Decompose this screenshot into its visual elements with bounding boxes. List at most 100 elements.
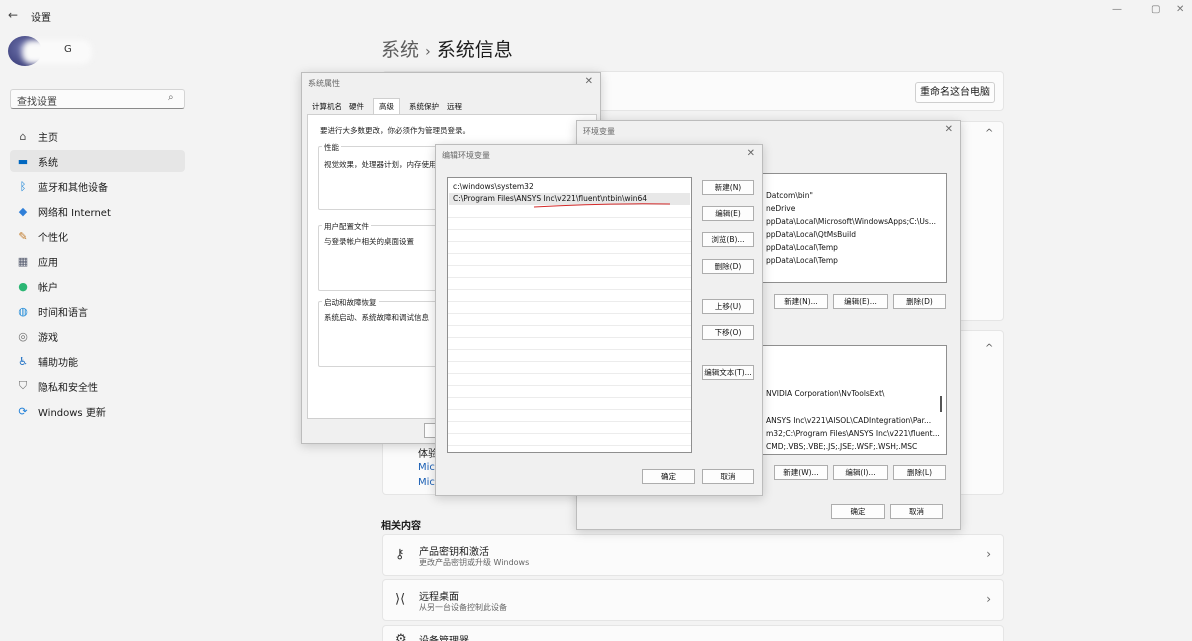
list-item[interactable]: c:\windows\system32	[453, 182, 534, 191]
ok-button[interactable]: 确定	[642, 469, 695, 484]
dialog-title: 编辑环境变量	[442, 151, 490, 160]
related-title: 远程桌面	[419, 592, 459, 603]
search-input[interactable]: 查找设置	[10, 89, 185, 109]
list-gridline	[448, 313, 691, 314]
collapse-icon-2[interactable]: ^	[985, 343, 993, 354]
list-gridline	[448, 337, 691, 338]
system-icon: ▬	[17, 154, 29, 168]
user-edit-button[interactable]: 编辑(E)...	[833, 294, 888, 309]
user-variables-list[interactable]: Datcom\bin" neDrive ppData\Local\Microso…	[762, 173, 947, 283]
edit-text-button[interactable]: 编辑文本(T)...	[702, 365, 754, 380]
system-delete-button[interactable]: 删除(L)	[893, 465, 946, 480]
sidebar-item-label: 网络和 Internet	[38, 207, 111, 219]
update-icon: ⟳	[18, 404, 28, 418]
list-gridline	[448, 361, 691, 362]
sidebar-item-1[interactable]: ▬ 系统	[10, 150, 185, 172]
sidebar-item-5[interactable]: ▦ 应用	[10, 250, 185, 272]
remote-icon: ⟩⟨	[395, 592, 406, 607]
rename-pc-button[interactable]: 重命名这台电脑	[915, 82, 995, 103]
system-edit-button[interactable]: 编辑(I)...	[833, 465, 888, 480]
sidebar-item-7[interactable]: ◍ 时间和语言	[10, 300, 185, 322]
list-gridline	[448, 421, 691, 422]
sidebar-item-9[interactable]: ♿ 辅助功能	[10, 350, 185, 372]
list-item[interactable]: NVIDIA Corporation\NvToolsExt\	[766, 389, 884, 398]
profile-name: G	[64, 44, 72, 55]
move-up-button[interactable]: 上移(U)	[702, 299, 754, 314]
list-item[interactable]: Datcom\bin"	[766, 191, 813, 200]
minimize-icon[interactable]: —	[1112, 4, 1122, 15]
list-item[interactable]: ppData\Local\Temp	[766, 256, 838, 265]
user-new-button[interactable]: 新建(N)...	[774, 294, 828, 309]
sidebar-item-8[interactable]: ◎ 游戏	[10, 325, 185, 347]
sidebar-item-label: 游戏	[38, 332, 58, 344]
ms-link-1[interactable]: Mic	[418, 462, 435, 473]
scrollbar-thumb[interactable]	[940, 396, 942, 412]
tab-advanced[interactable]: 高级	[373, 98, 400, 115]
related-device-manager[interactable]: ⚙ 设备管理器	[382, 625, 1004, 641]
related-title: 产品密钥和激活	[419, 547, 489, 558]
list-gridline	[448, 409, 691, 410]
sidebar-item-0[interactable]: ⌂ 主页	[10, 125, 185, 147]
sidebar-item-label: 辅助功能	[38, 357, 78, 369]
user-delete-button[interactable]: 删除(D)	[893, 294, 946, 309]
sidebar-item-11[interactable]: ⟳ Windows 更新	[10, 400, 185, 422]
close-icon[interactable]: ✕	[747, 148, 755, 159]
delete-button[interactable]: 删除(D)	[702, 259, 754, 274]
path-list[interactable]: c:\windows\system32 C:\Program Files\ANS…	[447, 177, 692, 453]
list-item[interactable]: m32;C:\Program Files\ANSYS Inc\v221\flue…	[766, 429, 940, 438]
related-subtitle: 从另一台设备控制此设备	[419, 603, 507, 612]
sidebar-item-2[interactable]: ᛒ 蓝牙和其他设备	[10, 175, 185, 197]
accessibility-icon: ♿	[18, 354, 28, 368]
list-item[interactable]: neDrive	[766, 204, 795, 213]
tab-remote[interactable]: 远程	[447, 101, 462, 112]
maximize-icon[interactable]: ▢	[1151, 4, 1160, 15]
sidebar-item-label: 帐户	[38, 282, 58, 294]
ms-link-2[interactable]: Mic	[418, 477, 435, 488]
list-gridline	[448, 277, 691, 278]
list-item[interactable]: ANSYS Inc\v221\AISOL\CADIntegration\Par.…	[766, 416, 931, 425]
tab-computer-name[interactable]: 计算机名	[312, 101, 342, 112]
system-variables-list[interactable]: NVIDIA Corporation\NvToolsExt\ ANSYS Inc…	[762, 345, 947, 455]
move-down-button[interactable]: 下移(O)	[702, 325, 754, 340]
edit-button[interactable]: 编辑(E)	[702, 206, 754, 221]
sidebar-item-4[interactable]: ✎ 个性化	[10, 225, 185, 247]
sidebar-item-3[interactable]: ◆ 网络和 Internet	[10, 200, 185, 222]
list-item[interactable]: ppData\Local\Microsoft\WindowsApps;C:\Us…	[766, 217, 936, 226]
edit-environment-variable-dialog: 编辑环境变量 ✕ c:\windows\system32 C:\Program …	[435, 144, 763, 496]
close-icon[interactable]: ✕	[1176, 4, 1184, 15]
gamepad-icon: ◎	[18, 329, 28, 343]
list-gridline	[448, 241, 691, 242]
sidebar-item-label: 隐私和安全性	[38, 382, 98, 394]
collapse-icon[interactable]: ^	[985, 128, 993, 139]
dialog-title: 环境变量	[583, 127, 615, 136]
tab-hardware[interactable]: 硬件	[349, 101, 364, 112]
related-product-key[interactable]: ⚷ 产品密钥和激活 更改产品密钥或升级 Windows ›	[382, 534, 1004, 576]
account-icon: ●	[18, 279, 28, 293]
list-gridline	[448, 433, 691, 434]
related-remote-desktop[interactable]: ⟩⟨ 远程桌面 从另一台设备控制此设备 ›	[382, 579, 1004, 621]
chevron-right-icon: ›	[986, 547, 991, 561]
sidebar-item-10[interactable]: ⛉ 隐私和安全性	[10, 375, 185, 397]
apps-icon: ▦	[17, 254, 29, 268]
list-item[interactable]: CMD;.VBS;.VBE;.JS;.JSE;.WSF;.WSH;.MSC	[766, 442, 917, 451]
breadcrumb-parent[interactable]: 系统	[381, 39, 419, 61]
dialog-title: 系统属性	[308, 79, 340, 88]
tab-system-protection[interactable]: 系统保护	[409, 101, 439, 112]
ok-button[interactable]: 确定	[831, 504, 885, 519]
related-title: 设备管理器	[419, 632, 469, 641]
list-gridline	[448, 229, 691, 230]
close-icon[interactable]: ✕	[585, 76, 593, 87]
group-label: 性能	[322, 142, 341, 153]
cancel-button[interactable]: 取消	[702, 469, 754, 484]
list-item[interactable]: ppData\Local\QtMsBuild	[766, 230, 856, 239]
system-new-button[interactable]: 新建(W)...	[774, 465, 828, 480]
sidebar-item-6[interactable]: ● 帐户	[10, 275, 185, 297]
back-arrow-icon[interactable]: ←	[8, 8, 18, 22]
list-item[interactable]: ppData\Local\Temp	[766, 243, 838, 252]
list-gridline	[448, 301, 691, 302]
list-gridline	[448, 265, 691, 266]
browse-button[interactable]: 浏览(B)...	[702, 232, 754, 247]
cancel-button[interactable]: 取消	[890, 504, 943, 519]
new-button[interactable]: 新建(N)	[702, 180, 754, 195]
close-icon[interactable]: ✕	[945, 124, 953, 135]
